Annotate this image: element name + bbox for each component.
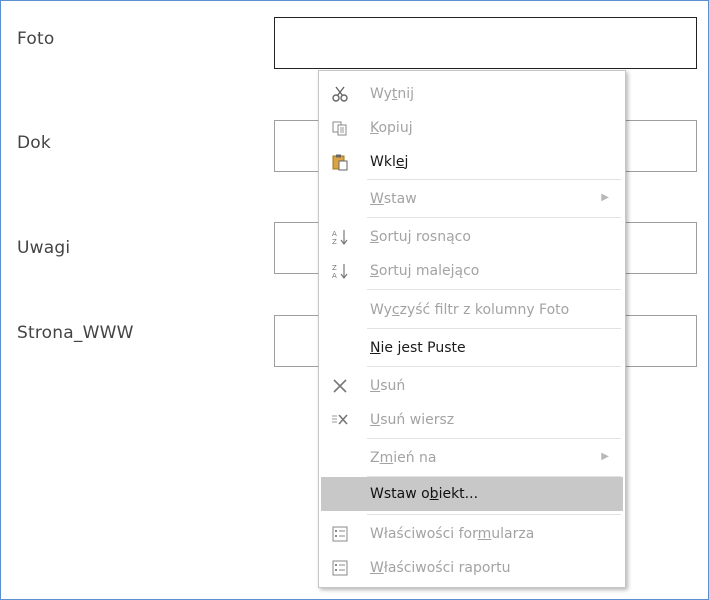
menu-separator: [367, 217, 621, 218]
menu-item-sort-ascending[interactable]: AZ Sortuj rosnąco: [321, 220, 623, 254]
menu-item-form-properties[interactable]: Właściwości formularza: [321, 517, 623, 551]
copy-icon: [331, 119, 349, 137]
field-label-strona-www: Strona_WWW: [17, 323, 134, 343]
menu-item-copy[interactable]: Kopiuj: [321, 111, 623, 145]
scissors-icon: [331, 85, 349, 103]
menu-item-label: Wytnij: [370, 86, 415, 102]
menu-item-report-properties[interactable]: Właściwości raportu: [321, 551, 623, 585]
menu-item-insert-object[interactable]: Wstaw obiekt...: [321, 477, 623, 511]
context-menu: Wytnij Kopiuj Wklej Wstaw ▶ AZ Sortuj ro…: [318, 70, 626, 588]
menu-item-label: Kopiuj: [370, 120, 413, 136]
form-properties-icon: [331, 525, 349, 543]
svg-text:A: A: [332, 230, 337, 238]
field-label-uwagi: Uwagi: [17, 238, 71, 258]
menu-item-label: Usuń wiersz: [370, 412, 455, 428]
field-label-dok: Dok: [17, 133, 51, 153]
menu-item-label: Wyczyść filtr z kolumny Foto: [370, 302, 570, 318]
sort-ascending-icon: AZ: [331, 228, 349, 246]
menu-item-label: Zmień na: [370, 450, 437, 466]
delete-icon: [331, 377, 349, 395]
menu-item-label: Sortuj malejąco: [370, 263, 480, 279]
menu-item-label: Wklej: [370, 154, 409, 170]
menu-item-label: Wstaw: [370, 191, 417, 207]
menu-item-insert-submenu[interactable]: Wstaw ▶: [321, 182, 623, 216]
menu-item-label: Nie jest Puste: [370, 340, 466, 356]
menu-separator: [367, 366, 621, 367]
report-properties-icon: [331, 559, 349, 577]
menu-item-label: Usuń: [370, 378, 406, 394]
delete-row-icon: [331, 411, 349, 429]
submenu-arrow-icon: ▶: [601, 451, 609, 462]
menu-item-is-not-empty[interactable]: Nie jest Puste: [321, 331, 623, 365]
menu-item-sort-descending[interactable]: ZA Sortuj malejąco: [321, 254, 623, 288]
menu-separator: [367, 179, 621, 180]
svg-text:Z: Z: [332, 238, 337, 246]
submenu-arrow-icon: ▶: [601, 192, 609, 203]
menu-item-label: Wstaw obiekt...: [370, 486, 479, 502]
menu-item-delete-row[interactable]: Usuń wiersz: [321, 403, 623, 437]
svg-text:Z: Z: [332, 264, 337, 272]
menu-item-clear-filter[interactable]: Wyczyść filtr z kolumny Foto: [321, 293, 623, 327]
sort-descending-icon: ZA: [331, 262, 349, 280]
field-control-foto[interactable]: [274, 17, 697, 69]
menu-item-cut[interactable]: Wytnij: [321, 77, 623, 111]
menu-item-delete[interactable]: Usuń: [321, 369, 623, 403]
menu-separator: [367, 514, 621, 515]
field-label-foto: Foto: [17, 29, 55, 49]
menu-separator: [367, 438, 621, 439]
svg-text:A: A: [332, 272, 337, 280]
menu-item-change-to-submenu[interactable]: Zmień na ▶: [321, 441, 623, 475]
menu-item-label: Sortuj rosnąco: [370, 229, 471, 245]
paste-icon: [331, 153, 349, 171]
menu-item-label: Właściwości raportu: [370, 560, 511, 576]
menu-item-paste[interactable]: Wklej: [321, 145, 623, 179]
menu-separator: [367, 289, 621, 290]
menu-separator: [367, 328, 621, 329]
menu-item-label: Właściwości formularza: [370, 526, 535, 542]
